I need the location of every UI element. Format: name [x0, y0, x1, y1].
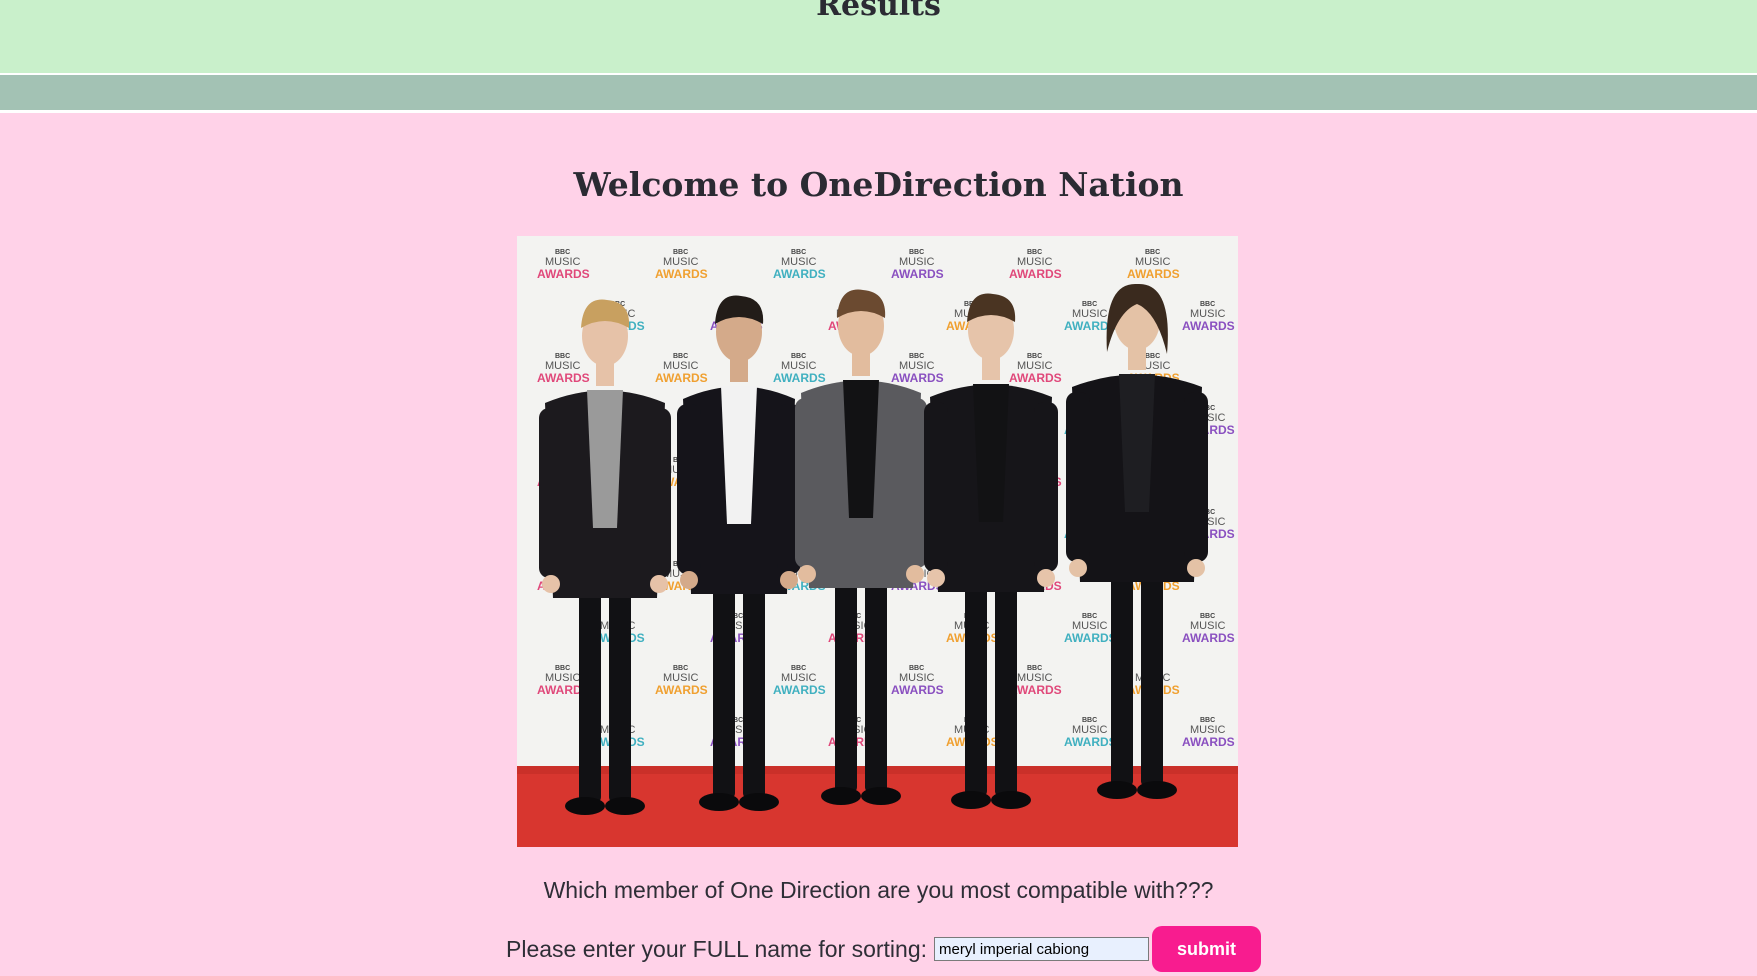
svg-text:BBC: BBC: [1145, 353, 1160, 360]
svg-text:AWARDS: AWARDS: [1182, 319, 1235, 333]
svg-text:AWARDS: AWARDS: [1182, 735, 1235, 749]
svg-text:BBC: BBC: [1027, 353, 1042, 360]
svg-text:BBC: BBC: [909, 353, 924, 360]
svg-text:BBC: BBC: [673, 665, 688, 672]
name-form: Please enter your FULL name for sorting:…: [506, 925, 1262, 973]
svg-text:AWARDS: AWARDS: [773, 267, 826, 281]
svg-text:AWARDS: AWARDS: [1182, 631, 1235, 645]
svg-text:AWARDS: AWARDS: [1009, 371, 1062, 385]
svg-text:BBC: BBC: [1027, 249, 1042, 256]
svg-text:AWARDS: AWARDS: [655, 267, 708, 281]
page-title: Results: [816, 0, 941, 23]
svg-text:BBC: BBC: [1200, 301, 1215, 308]
header-bar: Results: [0, 0, 1757, 75]
name-field-label: Please enter your FULL name for sorting:: [506, 935, 928, 962]
svg-text:BBC: BBC: [909, 249, 924, 256]
svg-text:BBC: BBC: [909, 665, 924, 672]
svg-text:BBC: BBC: [1082, 717, 1097, 724]
svg-text:BBC: BBC: [1145, 249, 1160, 256]
svg-text:AWARDS: AWARDS: [891, 683, 944, 697]
svg-text:BBC: BBC: [1200, 717, 1215, 724]
svg-text:AWARDS: AWARDS: [655, 371, 708, 385]
svg-text:AWARDS: AWARDS: [1127, 267, 1180, 281]
svg-text:BBC: BBC: [1200, 613, 1215, 620]
svg-text:BBC: BBC: [791, 665, 806, 672]
svg-text:BBC: BBC: [1027, 665, 1042, 672]
svg-text:BBC: BBC: [555, 353, 570, 360]
svg-text:BBC: BBC: [555, 249, 570, 256]
svg-text:AWARDS: AWARDS: [537, 371, 590, 385]
svg-text:AWARDS: AWARDS: [655, 683, 708, 697]
svg-text:AWARDS: AWARDS: [1009, 267, 1062, 281]
svg-text:AWARDS: AWARDS: [537, 267, 590, 281]
main-content: Welcome to OneDirection Nation BBC MUSIC A…: [0, 113, 1757, 976]
svg-text:AWARDS: AWARDS: [1064, 735, 1117, 749]
welcome-heading: Welcome to OneDirection Nation: [573, 165, 1184, 204]
full-name-input[interactable]: [934, 937, 1150, 961]
svg-text:BBC: BBC: [791, 353, 806, 360]
svg-text:AWARDS: AWARDS: [773, 683, 826, 697]
svg-text:AWARDS: AWARDS: [891, 267, 944, 281]
svg-text:AWARDS: AWARDS: [891, 371, 944, 385]
submit-button[interactable]: submit: [1152, 926, 1262, 972]
band-photo: BBC MUSIC AWARDS BBC MUSIC AWARDS BBC MUSIC AWAR…: [517, 236, 1238, 847]
svg-text:AWARDS: AWARDS: [1064, 631, 1117, 645]
svg-text:BBC: BBC: [1082, 301, 1097, 308]
svg-text:BBC: BBC: [791, 249, 806, 256]
compatibility-question: Which member of One Direction are you mo…: [543, 877, 1214, 903]
svg-text:AWARDS: AWARDS: [773, 371, 826, 385]
svg-text:BBC: BBC: [673, 353, 688, 360]
nav-strip: [0, 75, 1757, 113]
svg-text:BBC: BBC: [555, 665, 570, 672]
svg-text:BBC: BBC: [1082, 613, 1097, 620]
svg-text:BBC: BBC: [673, 249, 688, 256]
